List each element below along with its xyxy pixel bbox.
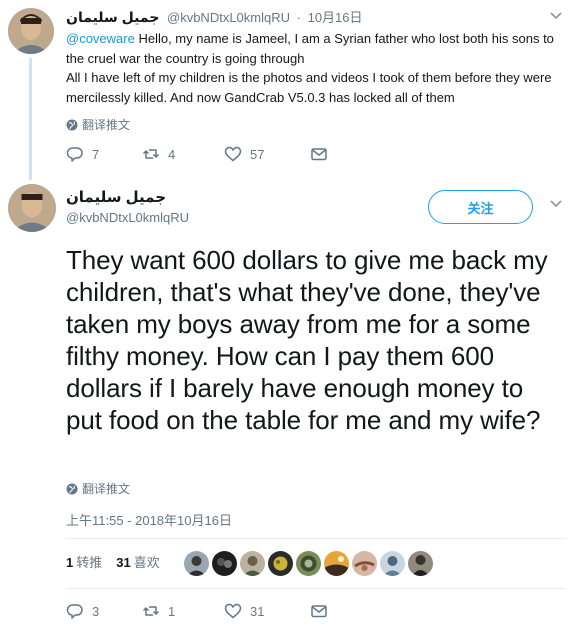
like-stat-label: 喜欢 — [133, 555, 160, 570]
like-stat[interactable]: 31 喜欢 — [116, 552, 159, 571]
reply-button[interactable]: 3 — [66, 602, 142, 620]
globe-icon — [66, 119, 78, 130]
tweet-actions: 3 1 31 — [66, 602, 328, 620]
tweet-text-line1: Hello, my name is Jameel, I am a Syrian … — [66, 31, 554, 66]
divider — [66, 538, 566, 539]
like-stat-count: 31 — [116, 555, 131, 570]
liker-avatar[interactable] — [212, 551, 237, 576]
reply-tweet[interactable]: جميل سليمان @kvbNDtxL0kmlqRU · 10月16日 @c… — [0, 0, 579, 180]
reply-count: 3 — [92, 603, 100, 619]
direct-message-button[interactable] — [310, 602, 328, 620]
liker-avatar[interactable] — [184, 551, 209, 576]
direct-message-button[interactable] — [310, 145, 328, 163]
heart-icon — [224, 146, 242, 162]
liker-avatar[interactable] — [380, 551, 405, 576]
avatar[interactable] — [8, 8, 54, 54]
translate-link[interactable]: 翻译推文 — [66, 480, 130, 497]
envelope-icon — [311, 148, 327, 161]
retweet-icon — [142, 149, 160, 159]
tweet-text-line2: All I have left of my children is the ph… — [66, 70, 552, 105]
chevron-down-icon[interactable] — [546, 8, 566, 24]
liker-avatar[interactable] — [408, 551, 433, 576]
liker-avatars — [184, 551, 433, 576]
reply-icon — [66, 147, 83, 162]
retweet-stat-label: 转推 — [76, 555, 103, 570]
handle[interactable]: @kvbNDtxL0kmlqRU — [66, 210, 189, 225]
handle[interactable]: @kvbNDtxL0kmlqRU — [167, 10, 290, 25]
retweet-count: 4 — [168, 146, 176, 162]
display-name[interactable]: جميل سليمان — [66, 188, 166, 206]
retweet-button[interactable]: 4 — [142, 145, 224, 163]
liker-avatar[interactable] — [296, 551, 321, 576]
reply-icon — [66, 604, 83, 619]
translate-label: 翻译推文 — [82, 482, 131, 496]
retweet-count: 1 — [168, 603, 176, 619]
liker-avatar[interactable] — [324, 551, 349, 576]
reply-count: 7 — [92, 146, 100, 162]
liker-avatar[interactable] — [268, 551, 293, 576]
liker-avatar[interactable] — [240, 551, 265, 576]
like-count: 31 — [250, 603, 265, 619]
divider — [66, 588, 566, 589]
retweet-icon — [142, 606, 160, 616]
heart-icon — [224, 603, 242, 619]
thread-line — [29, 58, 32, 180]
globe-icon — [66, 483, 78, 494]
translate-link[interactable]: 翻译推文 — [66, 116, 130, 133]
liker-avatar[interactable] — [352, 551, 377, 576]
mention-link[interactable]: @coveware — [66, 31, 135, 46]
retweet-stat-count: 1 — [66, 555, 74, 570]
tweet-timestamp[interactable]: 上午11:55 - 2018年10月16日 — [66, 510, 232, 529]
tweet-text: @coveware Hello, my name is Jameel, I am… — [66, 29, 566, 107]
tweet-stats: 1 转推 31 喜欢 — [66, 552, 160, 571]
follow-button[interactable]: 关注 — [428, 190, 533, 224]
like-button[interactable]: 31 — [224, 602, 310, 620]
tweet-text: They want 600 dollars to give me back my… — [66, 245, 548, 435]
like-count: 57 — [250, 146, 265, 162]
display-name[interactable]: جميل سليمان — [66, 9, 159, 25]
tweet-date[interactable]: 10月16日 — [308, 10, 363, 25]
reply-button[interactable]: 7 — [66, 145, 142, 163]
retweet-stat[interactable]: 1 转推 — [66, 552, 102, 571]
avatar[interactable] — [8, 184, 56, 232]
envelope-icon — [311, 605, 327, 618]
tweet-header: جميل سليمان @kvbNDtxL0kmlqRU · 10月16日 — [66, 9, 363, 25]
tweet-actions: 7 4 57 — [66, 145, 328, 163]
chevron-down-icon[interactable] — [546, 196, 566, 212]
like-button[interactable]: 57 — [224, 145, 310, 163]
retweet-button[interactable]: 1 — [142, 602, 224, 620]
translate-label: 翻译推文 — [82, 118, 131, 132]
